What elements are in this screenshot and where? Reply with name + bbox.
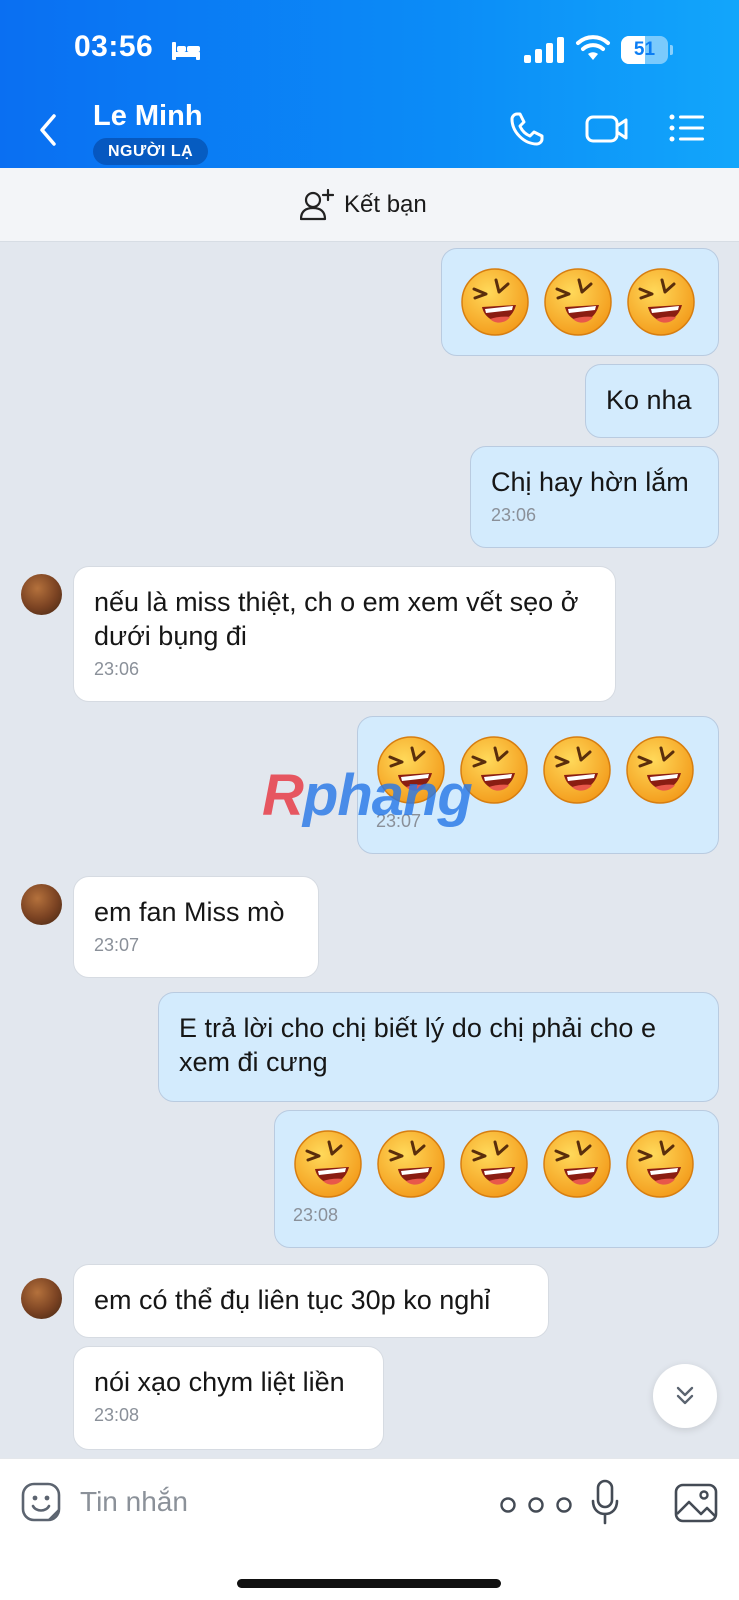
call-icon[interactable]	[508, 110, 546, 148]
laughing-emoji-icon	[626, 1130, 694, 1198]
laughing-emoji-icon	[377, 1130, 445, 1198]
back-icon[interactable]	[34, 110, 62, 150]
add-friend-button[interactable]: Kết bạn	[300, 182, 427, 228]
microphone-icon[interactable]	[590, 1479, 620, 1525]
chat-header: 03:56 51 Le Minh NGƯỜI LẠ	[0, 0, 739, 168]
add-user-icon	[300, 189, 334, 221]
laughing-emoji-icon	[460, 736, 528, 804]
message-text: E trả lời cho chị biết lý do chị phải ch…	[179, 1013, 656, 1077]
message-bubble[interactable]: E trả lời cho chị biết lý do chị phải ch…	[158, 992, 719, 1102]
menu-icon[interactable]	[668, 112, 706, 144]
message-bubble[interactable]: Ko nha	[585, 364, 719, 438]
message-bubble[interactable]: 23:08	[274, 1110, 719, 1248]
laughing-emoji-icon	[626, 736, 694, 804]
signal-icon	[524, 37, 564, 63]
message-time: 23:06	[491, 505, 537, 525]
laughing-emoji-icon	[544, 268, 612, 336]
chevron-double-down-icon	[676, 1386, 694, 1405]
message-time: 23:07	[94, 935, 140, 955]
message-text: nếu là miss thiệt, ch o em xem vết sẹo ở…	[94, 587, 579, 651]
message-text: Ko nha	[606, 385, 692, 415]
laughing-emoji-icon	[543, 736, 611, 804]
message-time: 23:08	[293, 1205, 339, 1225]
contact-avatar[interactable]	[21, 574, 62, 615]
contact-avatar[interactable]	[21, 884, 62, 925]
laughing-emoji-icon	[377, 736, 445, 804]
laughing-emoji-icon	[460, 1130, 528, 1198]
message-bubble[interactable]: em fan Miss mò 23:07	[73, 876, 319, 978]
message-bubble[interactable]: 23:07	[357, 716, 719, 854]
message-bubble[interactable]: em có thể đụ liên tục 30p ko nghỉ	[73, 1264, 549, 1338]
message-text: em fan Miss mò	[94, 897, 285, 927]
message-time: 23:07	[376, 811, 422, 831]
status-time: 03:56	[74, 30, 154, 63]
home-indicator	[237, 1579, 501, 1588]
video-call-icon[interactable]	[585, 112, 629, 146]
more-icon[interactable]	[498, 1495, 574, 1515]
emoji-row	[376, 735, 718, 805]
message-bubble[interactable]	[441, 248, 719, 356]
emoji-row	[293, 1129, 718, 1199]
laughing-emoji-icon	[543, 1130, 611, 1198]
message-bubble[interactable]: Chị hay hờn lắm 23:06	[470, 446, 719, 548]
message-time: 23:08	[94, 1405, 140, 1425]
laughing-emoji-icon	[294, 1130, 362, 1198]
wifi-icon	[576, 35, 610, 60]
contact-name[interactable]: Le Minh	[93, 100, 203, 133]
message-text: em có thể đụ liên tục 30p ko nghỉ	[94, 1285, 491, 1315]
add-friend-bar: Kết bạn	[0, 168, 739, 242]
message-input[interactable]	[80, 1477, 460, 1527]
battery-indicator: 51	[621, 36, 673, 64]
message-time: 23:06	[94, 659, 140, 679]
battery-percent: 51	[633, 39, 656, 60]
sticker-icon[interactable]	[20, 1481, 62, 1523]
stranger-badge: NGƯỜI LẠ	[93, 138, 209, 165]
message-bubble[interactable]: nói xạo chym liệt liền 23:08	[73, 1346, 384, 1450]
composer-bar	[0, 1458, 739, 1600]
scroll-to-bottom-button[interactable]	[653, 1364, 717, 1428]
message-list[interactable]: Ko nha Chị hay hờn lắm 23:06 nếu là miss…	[0, 242, 739, 1458]
message-text: nói xạo chym liệt liền	[94, 1367, 345, 1397]
laughing-emoji-icon	[627, 268, 695, 336]
add-friend-label: Kết bạn	[344, 191, 427, 218]
bed-icon	[172, 42, 200, 60]
laughing-emoji-icon	[461, 268, 529, 336]
message-text: Chị hay hờn lắm	[491, 467, 689, 497]
emoji-row	[460, 267, 718, 337]
contact-avatar[interactable]	[21, 1278, 62, 1319]
image-icon[interactable]	[674, 1483, 718, 1523]
message-bubble[interactable]: nếu là miss thiệt, ch o em xem vết sẹo ở…	[73, 566, 616, 702]
